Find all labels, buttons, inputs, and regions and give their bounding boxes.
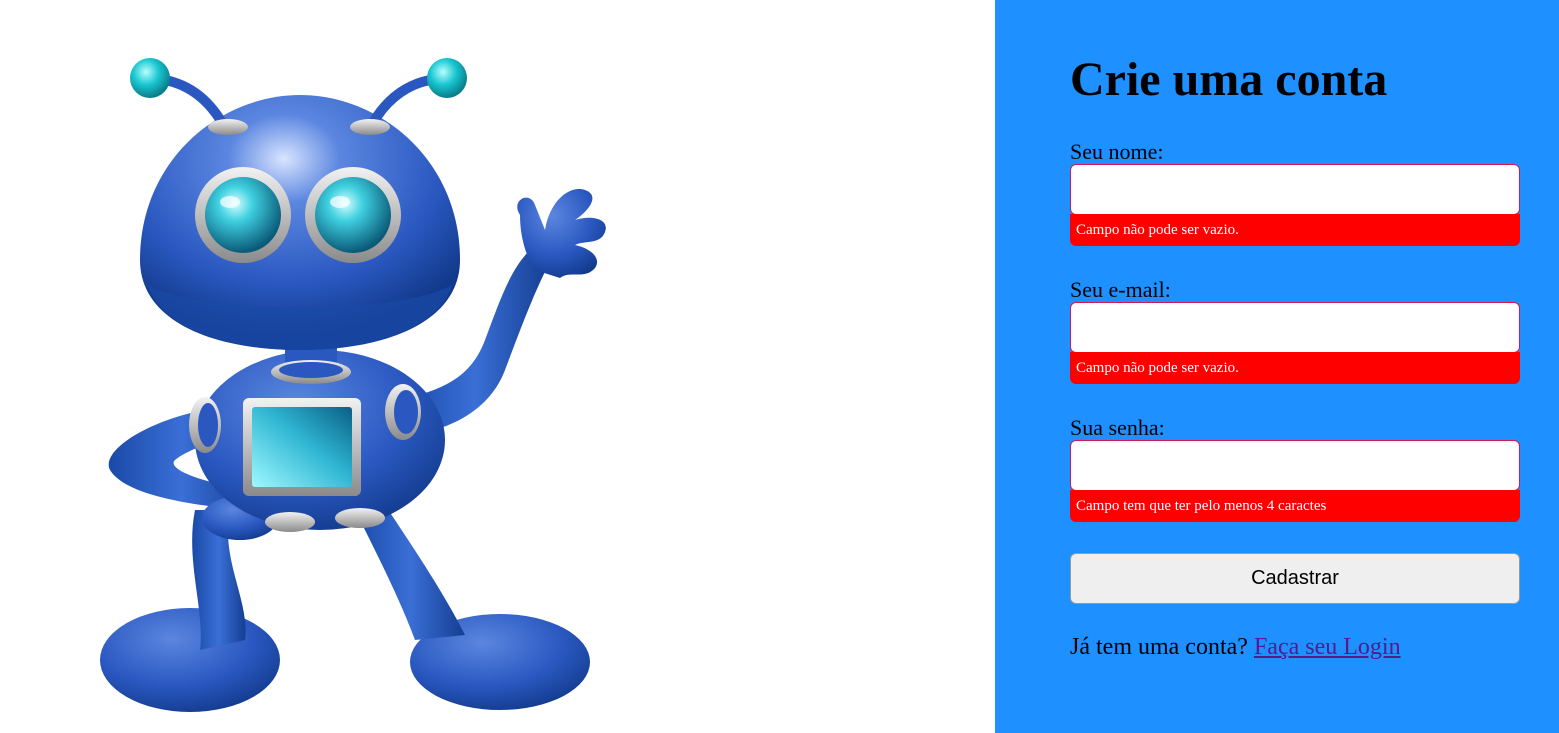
name-field-group: Seu nome: Campo não pode ser vazio. [1070,140,1520,246]
form-title: Crie uma conta [1070,53,1388,106]
email-field-group: Seu e-mail: Campo não pode ser vazio. [1070,278,1520,384]
register-button[interactable]: Cadastrar [1070,553,1520,604]
illustration-panel [0,0,995,733]
password-input[interactable] [1070,440,1520,491]
login-prompt-row: Já tem uma conta? Faça seu Login [1070,633,1520,661]
name-label: Seu nome: [1070,139,1164,164]
password-label: Sua senha: [1070,415,1165,440]
email-input[interactable] [1070,302,1520,353]
email-label: Seu e-mail: [1070,277,1171,302]
name-error-message: Campo não pode ser vazio. [1070,214,1520,246]
login-link[interactable]: Faça seu Login [1254,634,1401,660]
signup-form: Crie uma conta Seu nome: Campo não pode … [1070,52,1520,661]
login-prompt-text: Já tem uma conta? [1070,634,1248,660]
signup-page: Crie uma conta Seu nome: Campo não pode … [0,0,1559,733]
password-error-message: Campo tem que ter pelo menos 4 caractes [1070,490,1520,522]
password-field-group: Sua senha: Campo tem que ter pelo menos … [1070,416,1520,522]
robot-mascot-icon [100,58,606,712]
email-error-message: Campo não pode ser vazio. [1070,352,1520,384]
signup-panel: Crie uma conta Seu nome: Campo não pode … [995,0,1559,733]
name-input[interactable] [1070,164,1520,215]
